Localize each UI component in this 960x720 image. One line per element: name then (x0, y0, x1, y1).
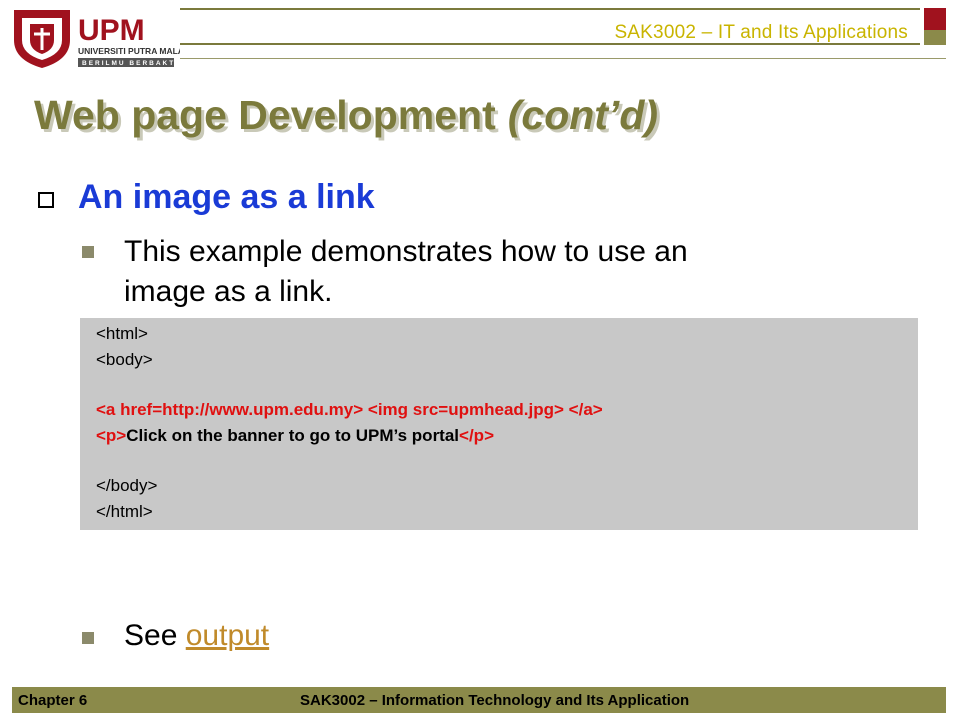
logo-text: UPM (78, 14, 145, 47)
header-olive-block (924, 30, 946, 45)
code-p-open: <p> (96, 426, 127, 445)
logo-motto: BERILMU BERBAKTI (82, 60, 179, 67)
bullet-heading: An image as a link (78, 178, 375, 216)
bullet-text-line1: This example demonstrates how to use an (124, 235, 688, 268)
code-a-open: <a href=http://www.upm.edu.my> (96, 400, 364, 419)
header-red-block (924, 8, 946, 30)
see-output-line: See output (124, 616, 269, 656)
slide-title-suffix: (cont’d) (507, 92, 659, 138)
code-body-close: </body> (96, 476, 158, 495)
header-rule (180, 58, 946, 59)
upm-logo: UPM UNIVERSITI PUTRA MALAYSIA BERILMU BE… (10, 6, 203, 70)
see-label: See (124, 619, 178, 652)
code-p-text: Click on the banner to go to UPM’s porta… (126, 426, 460, 445)
footer-bar: Chapter 6 SAK3002 – Information Technolo… (12, 687, 946, 713)
code-body-open: <body> (96, 350, 153, 369)
code-box: <html> <body> <a href=http://www.upm.edu… (80, 318, 918, 530)
code-anchor-line: <a href=http://www.upm.edu.my> <img src=… (96, 400, 603, 420)
header-course: SAK3002 – IT and Its Applications (614, 22, 908, 43)
hollow-square-bullet-icon (38, 192, 54, 208)
code-p-close: </p> (459, 426, 494, 445)
slide-title-main: Web page Development (34, 92, 496, 138)
footer-course: SAK3002 – Information Technology and Its… (300, 692, 690, 709)
code-a-close: </a> (568, 400, 603, 419)
slide-title: Web page Development (cont’d) (34, 92, 658, 139)
logo-subtitle: UNIVERSITI PUTRA MALAYSIA (78, 46, 180, 56)
square-bullet-icon (82, 246, 94, 258)
code-html-open: <html> (96, 324, 148, 343)
output-link[interactable]: output (186, 619, 269, 652)
footer-chapter: Chapter 6 (18, 692, 88, 709)
code-img-tag: <img src=upmhead.jpg> (367, 400, 564, 419)
code-html-close: </html> (96, 502, 153, 521)
square-bullet-icon (82, 632, 94, 644)
bullet-text-line2: image as a link. (124, 275, 333, 308)
code-paragraph-line: <p>Click on the banner to go to UPM’s po… (96, 426, 494, 446)
